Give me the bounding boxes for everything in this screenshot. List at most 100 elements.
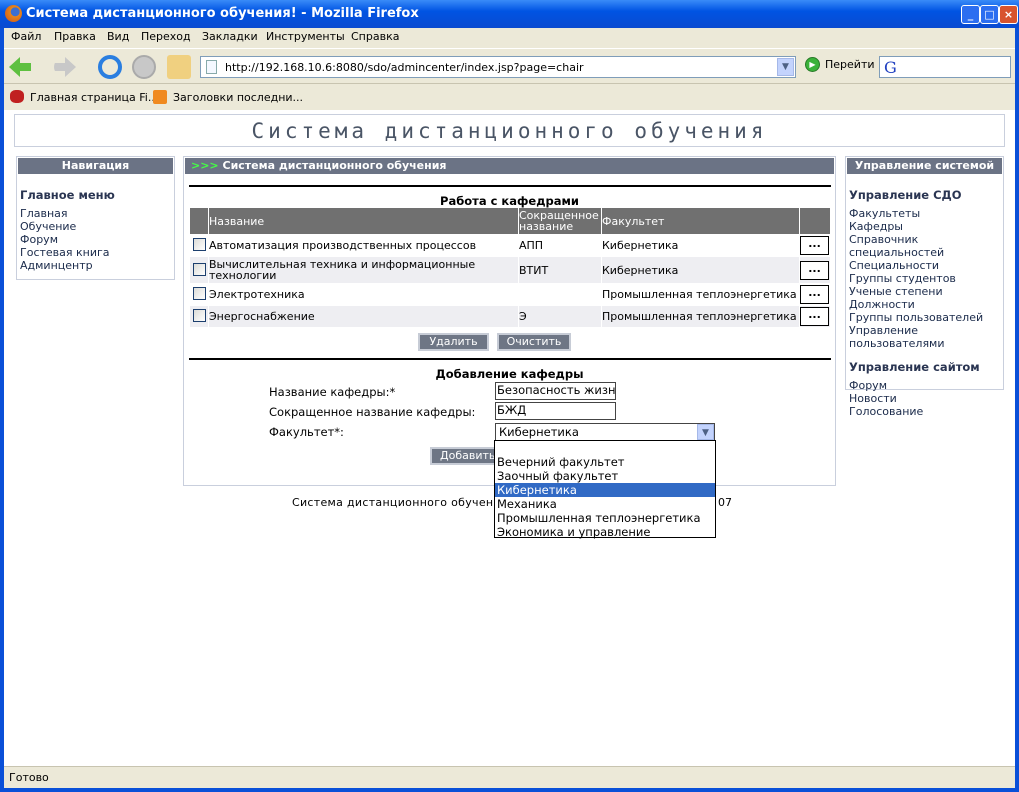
link-degrees[interactable]: Ученые степени xyxy=(849,285,1003,298)
navigation-panel: Навигация Главное меню Главная Обучение … xyxy=(16,156,175,280)
edit-button[interactable]: ... xyxy=(800,260,829,280)
chair-name-input[interactable]: Безопасность жизне, xyxy=(495,382,616,400)
nav-link-learning[interactable]: Обучение xyxy=(20,220,174,233)
option-mechanics[interactable]: Механика xyxy=(495,497,715,511)
menu-tools[interactable]: Инструменты xyxy=(266,30,345,43)
row-short xyxy=(519,284,601,305)
nav-link-forum[interactable]: Форум xyxy=(20,233,174,246)
menu-go[interactable]: Переход xyxy=(141,30,191,43)
row-name: Энергоснабжение xyxy=(209,306,518,327)
link-voting[interactable]: Голосование xyxy=(849,405,1003,418)
menu-help[interactable]: Справка xyxy=(351,30,399,43)
option-economics[interactable]: Экономика и управление xyxy=(495,525,715,539)
close-button[interactable]: × xyxy=(999,5,1018,24)
nav-link-guestbook[interactable]: Гостевая книга xyxy=(20,246,174,259)
table-header: Название Сокращенное название Факультет xyxy=(190,208,830,234)
chair-short-name-input[interactable]: БЖД xyxy=(495,402,616,420)
home-icon[interactable] xyxy=(167,55,191,79)
chairs-table: Название Сокращенное название Факультет … xyxy=(189,207,831,328)
link-faculties[interactable]: Факультеты xyxy=(849,207,1003,220)
arrows-icon: >>> xyxy=(191,159,219,172)
table-row: Энергоснабжение Э Промышленная теплоэнер… xyxy=(190,306,830,327)
edit-button[interactable]: ... xyxy=(800,236,829,255)
url-input[interactable]: http://192.168.10.6:8080/sdo/admincenter… xyxy=(200,56,796,78)
navigation-toolbar: http://192.168.10.6:8080/sdo/admincenter… xyxy=(4,48,1015,84)
divider xyxy=(189,358,831,360)
option-empty[interactable] xyxy=(495,441,715,455)
menubar: Файл Правка Вид Переход Закладки Инструм… xyxy=(4,28,1015,46)
forward-icon[interactable] xyxy=(54,57,76,77)
col-action xyxy=(800,208,830,234)
link-user-management[interactable]: Управление пользователями xyxy=(849,324,1003,350)
status-text: Готово xyxy=(9,771,49,784)
row-faculty: Кибернетика xyxy=(602,257,799,283)
menu-file[interactable]: Файл xyxy=(11,30,41,43)
menu-view[interactable]: Вид xyxy=(107,30,129,43)
divider xyxy=(189,185,831,187)
row-faculty: Промышленная теплоэнергетика xyxy=(602,288,797,301)
status-bar: Готово xyxy=(4,766,1015,788)
row-short: Э xyxy=(519,306,601,327)
link-specialty-directory[interactable]: Справочник специальностей xyxy=(849,233,1003,259)
faculty-select[interactable]: Кибернетика ▼ xyxy=(495,423,715,441)
menu-bookmarks[interactable]: Закладки xyxy=(202,30,258,43)
bookmark-headlines[interactable]: Заголовки последни... xyxy=(173,91,303,104)
col-name: Название xyxy=(209,208,518,234)
chevron-down-icon[interactable]: ▼ xyxy=(697,424,714,440)
option-evening[interactable]: Вечерний факультет xyxy=(495,455,715,469)
search-input[interactable]: G xyxy=(879,56,1011,78)
col-select xyxy=(190,208,208,234)
row-name: Вычислительная техника и информационные … xyxy=(209,257,518,283)
firefox-icon xyxy=(5,5,22,22)
table-row: Вычислительная техника и информационные … xyxy=(190,257,830,283)
stop-icon[interactable] xyxy=(132,55,156,79)
bookmark-icon xyxy=(10,90,24,103)
link-specialties[interactable]: Специальности xyxy=(849,259,1003,272)
bookmarks-toolbar: Главная страница Fi... Заголовки последн… xyxy=(4,86,1015,108)
link-user-groups[interactable]: Группы пользователей xyxy=(849,311,1003,324)
link-positions[interactable]: Должности xyxy=(849,298,1003,311)
option-cybernetics[interactable]: Кибернетика xyxy=(495,483,715,497)
bookmark-firefox-home[interactable]: Главная страница Fi... xyxy=(30,91,158,104)
row-checkbox[interactable] xyxy=(193,287,206,300)
option-correspondence[interactable]: Заочный факультет xyxy=(495,469,715,483)
url-dropdown-icon[interactable]: ▼ xyxy=(777,58,794,76)
site-header: Система дистанционного обучения xyxy=(14,114,1005,147)
col-short: Сокращенное название xyxy=(519,208,601,234)
page-icon xyxy=(206,60,217,74)
reload-icon[interactable] xyxy=(98,55,122,79)
link-forum[interactable]: Форум xyxy=(849,379,1003,392)
site-section: Управление сайтом xyxy=(849,360,980,374)
link-news[interactable]: Новости xyxy=(849,392,1003,405)
window-title: Система дистанционного обучения! - Mozil… xyxy=(26,6,419,21)
edit-button[interactable]: ... xyxy=(800,307,829,326)
option-heat-power[interactable]: Промышленная теплоэнергетика xyxy=(495,511,715,525)
browser-chrome: Файл Правка Вид Переход Закладки Инструм… xyxy=(4,28,1015,110)
back-icon[interactable] xyxy=(9,57,31,77)
table-row: Электротехника Промышленная теплоэнергет… xyxy=(190,284,830,305)
delete-button[interactable]: Удалить xyxy=(418,333,489,351)
link-student-groups[interactable]: Группы студентов xyxy=(849,272,1003,285)
row-checkbox[interactable] xyxy=(193,238,206,251)
clear-button[interactable]: Очистить xyxy=(497,333,571,351)
edit-button[interactable]: ... xyxy=(800,285,829,304)
link-chairs[interactable]: Кафедры xyxy=(849,220,1003,233)
faculty-select-value: Кибернетика xyxy=(499,425,579,439)
menu-edit[interactable]: Правка xyxy=(54,30,96,43)
nav-link-home[interactable]: Главная xyxy=(20,207,174,220)
row-checkbox[interactable] xyxy=(193,309,206,322)
page-content: Система дистанционного обучения Навигаци… xyxy=(4,110,1015,766)
go-icon: ▶ xyxy=(805,57,820,72)
form-title: Добавление кафедры xyxy=(435,367,584,381)
row-checkbox[interactable] xyxy=(193,262,206,276)
row-faculty: Промышленная теплоэнергетика xyxy=(602,306,799,327)
url-text: http://192.168.10.6:8080/sdo/admincenter… xyxy=(225,61,584,74)
short-name-label: Сокращенное название кафедры: xyxy=(269,405,476,419)
mgmt-title: Управление системой xyxy=(847,158,1002,174)
maximize-button[interactable]: □ xyxy=(980,5,999,24)
faculty-dropdown-list: Вечерний факультет Заочный факультет Киб… xyxy=(494,440,716,539)
minimize-button[interactable]: _ xyxy=(961,5,980,24)
google-icon: G xyxy=(884,58,897,77)
nav-link-admincenter[interactable]: Админцентр xyxy=(20,259,174,272)
nav-section: Главное меню xyxy=(20,188,115,202)
